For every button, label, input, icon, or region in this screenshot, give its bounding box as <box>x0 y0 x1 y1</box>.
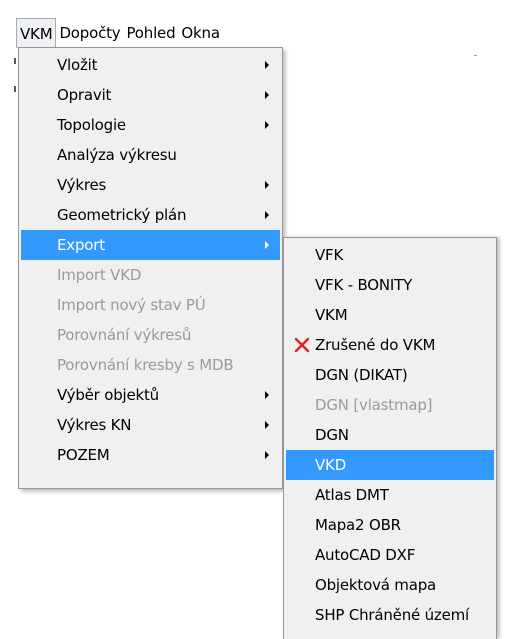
menu-item-label: Mapa2 OBR <box>315 516 401 534</box>
menu-item-geometricky-plan[interactable]: Geometrický plán <box>21 200 280 230</box>
export-item-vkm[interactable]: VKM <box>286 300 494 330</box>
menu-item-label: Topologie <box>57 116 126 134</box>
menu-item-label: VFK - BONITY <box>315 276 413 294</box>
menu-item-porovnani-kresby-s-mdb: Porovnání kresby s MDB <box>21 350 280 380</box>
menu-item-label: Atlas DMT <box>315 486 389 504</box>
menu-item-vlozit[interactable]: Vložit <box>21 50 280 80</box>
menu-item-vyber-objektu[interactable]: Výběr objektů <box>21 380 280 410</box>
menu-item-vykres[interactable]: Výkres <box>21 170 280 200</box>
window-edge-mark <box>14 86 16 92</box>
menu-item-label: VFK <box>315 246 344 264</box>
menu-item-label: Import nový stav PÚ <box>57 296 206 314</box>
submenu-arrow-icon <box>265 121 269 129</box>
menu-item-topologie[interactable]: Topologie <box>21 110 280 140</box>
menu-item-label: VKD <box>315 456 347 474</box>
menu-item-label: Výkres <box>57 176 107 194</box>
submenu-arrow-icon <box>265 181 269 189</box>
submenu-arrow-icon <box>265 391 269 399</box>
window-edge-mark <box>14 58 16 64</box>
menubar-item-pohled[interactable]: Pohled <box>124 18 179 48</box>
export-item-vfk-bonity[interactable]: VFK - BONITY <box>286 270 494 300</box>
menu-item-label: Zrušené do VKM <box>315 336 436 354</box>
menubar-item-dopocty[interactable]: Dopočty <box>56 18 123 48</box>
menu-item-label: Import VKD <box>57 266 142 284</box>
menu-item-label: Vložit <box>57 56 98 74</box>
menu-item-label: Analýza výkresu <box>57 146 177 164</box>
vkm-dropdown-menu: Vložit Opravit Topologie Analýza výkresu Výk… <box>18 47 283 489</box>
menu-item-label: Opravit <box>57 86 112 104</box>
export-item-dgn[interactable]: DGN <box>286 420 494 450</box>
menubar: VKM Dopočty Pohled Okna <box>16 18 276 48</box>
menu-item-vykres-kn[interactable]: Výkres KN <box>21 410 280 440</box>
export-item-mapa2-obr[interactable]: Mapa2 OBR <box>286 510 494 540</box>
menu-item-label: DGN [vlastmap] <box>315 396 433 414</box>
menubar-item-okna[interactable]: Okna <box>178 18 222 48</box>
menu-item-opravit[interactable]: Opravit <box>21 80 280 110</box>
menu-item-label: SHP Chráněné území <box>315 606 469 624</box>
submenu-arrow-icon <box>265 451 269 459</box>
menu-item-analyza-vykresu[interactable]: Analýza výkresu <box>21 140 280 170</box>
menu-item-label: AutoCAD DXF <box>315 546 416 564</box>
export-item-autocad-dxf[interactable]: AutoCAD DXF <box>286 540 494 570</box>
export-item-atlas-dmt[interactable]: Atlas DMT <box>286 480 494 510</box>
menu-item-label: POZEM <box>57 446 110 464</box>
menu-item-import-novy-stav-pu: Import nový stav PÚ <box>21 290 280 320</box>
export-submenu: VFK VFK - BONITY VKM Zrušené do VKM DGN (DIK… <box>283 237 497 639</box>
menu-item-porovnani-vykresu: Porovnání výkresů <box>21 320 280 350</box>
menu-item-import-vkd: Import VKD <box>21 260 280 290</box>
export-item-zrusene-do-vkm[interactable]: Zrušené do VKM <box>286 330 494 360</box>
menu-item-pozem[interactable]: POZEM <box>21 440 280 470</box>
background-mark <box>474 55 477 56</box>
red-x-icon <box>294 337 310 353</box>
submenu-arrow-icon <box>265 61 269 69</box>
menu-item-label: Objektová mapa <box>315 576 437 594</box>
export-item-dgn-vlastmap: DGN [vlastmap] <box>286 390 494 420</box>
export-item-vfk[interactable]: VFK <box>286 240 494 270</box>
submenu-arrow-icon <box>265 211 269 219</box>
menu-item-label: DGN (DIKAT) <box>315 366 408 384</box>
export-item-vkd[interactable]: VKD <box>286 450 494 480</box>
export-item-objektova-mapa[interactable]: Objektová mapa <box>286 570 494 600</box>
menu-item-label: Porovnání kresby s MDB <box>57 356 234 374</box>
menu-item-label: Výkres KN <box>57 416 132 434</box>
menu-item-label: VKM <box>315 306 348 324</box>
menu-item-label: Výběr objektů <box>57 386 159 404</box>
screen: VKM Dopočty Pohled Okna Vložit Opravit Top… <box>0 0 511 639</box>
menu-item-label: Porovnání výkresů <box>57 326 192 344</box>
menu-item-label: Export <box>57 236 105 254</box>
menu-item-label: Geometrický plán <box>57 206 187 224</box>
export-item-shp-chranene-uzemi[interactable]: SHP Chráněné území <box>286 600 494 630</box>
menu-item-label: DGN <box>315 426 349 444</box>
export-item-dgn-dikat[interactable]: DGN (DIKAT) <box>286 360 494 390</box>
menu-item-export[interactable]: Export <box>21 230 280 260</box>
submenu-arrow-icon <box>265 421 269 429</box>
submenu-arrow-icon <box>265 91 269 99</box>
menubar-item-vkm[interactable]: VKM <box>16 18 57 48</box>
submenu-arrow-icon <box>265 241 269 249</box>
